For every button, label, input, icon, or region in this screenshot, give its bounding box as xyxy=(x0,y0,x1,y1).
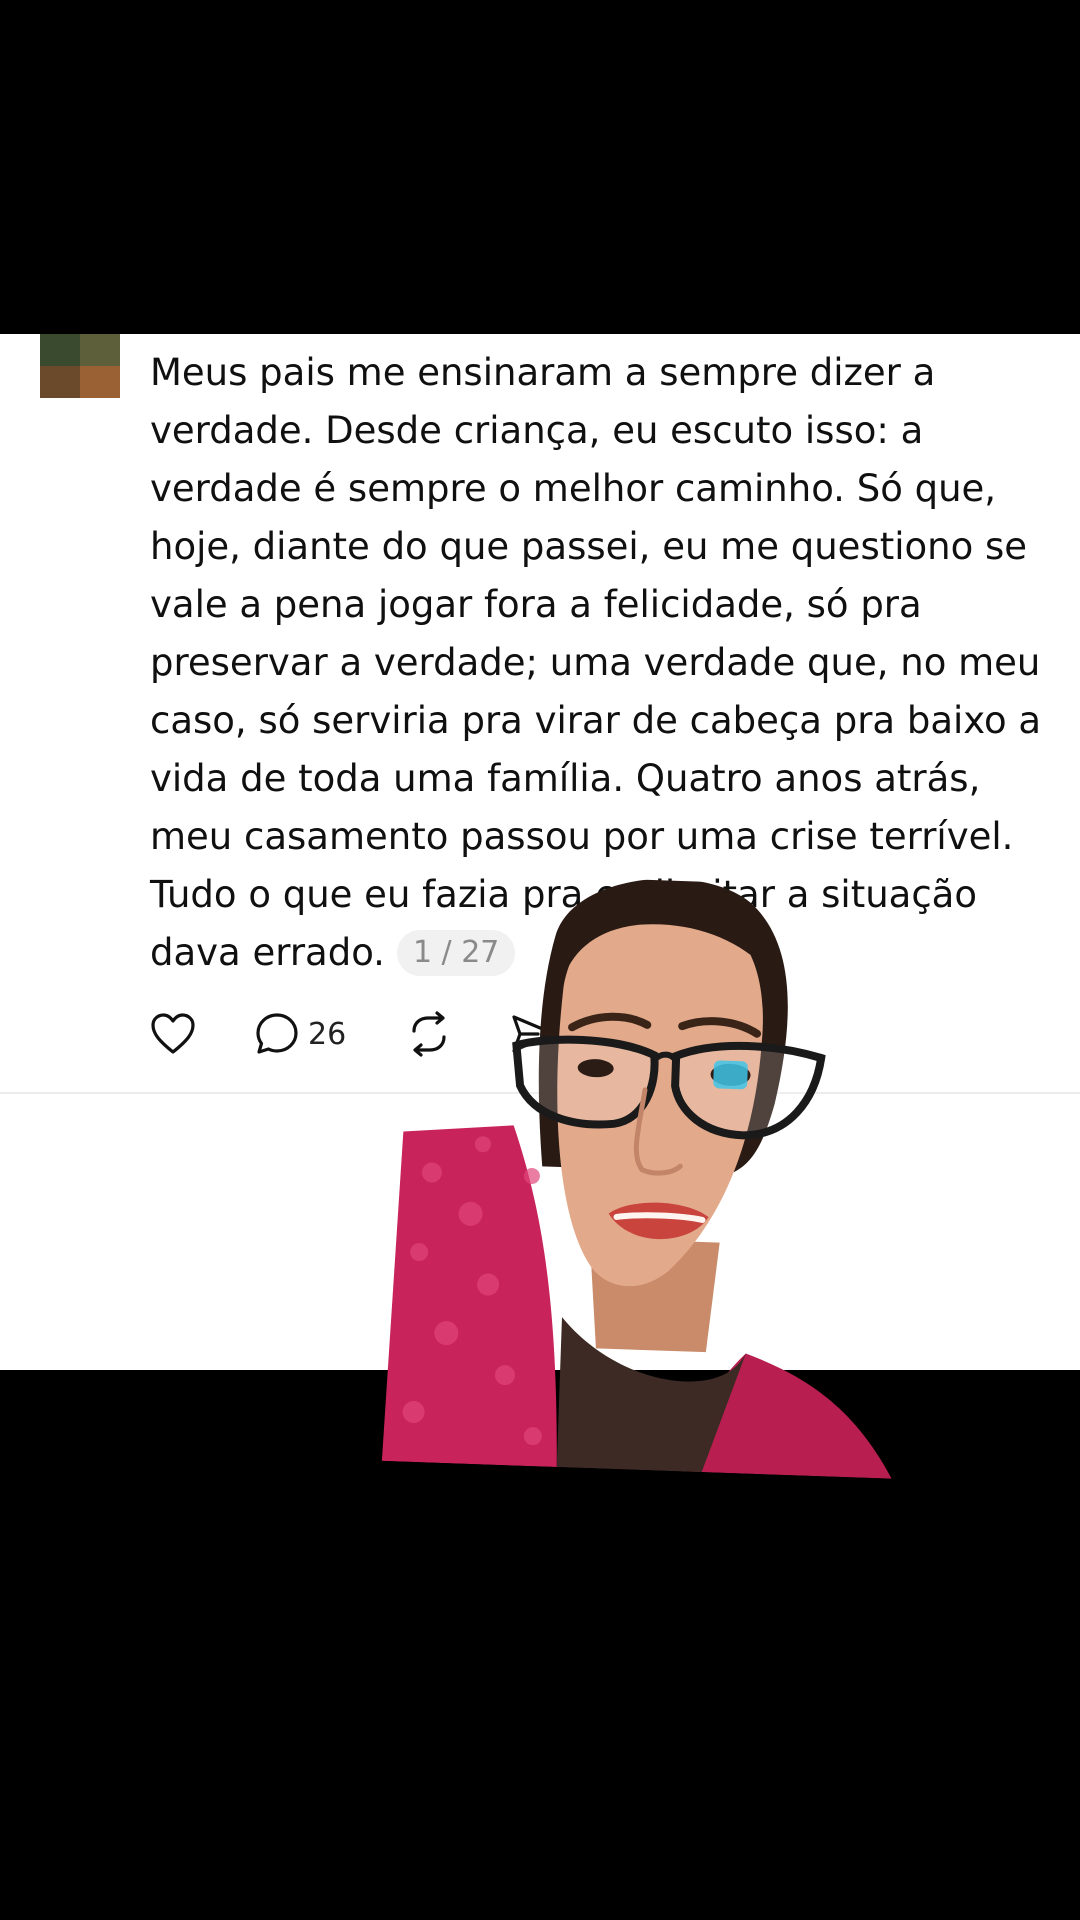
comment-button[interactable]: 26 xyxy=(254,1009,346,1059)
avatar[interactable] xyxy=(40,334,120,398)
avatar-pixel xyxy=(80,366,120,398)
avatar-pixel xyxy=(40,366,80,398)
avatar-pixel xyxy=(40,334,80,366)
like-button[interactable] xyxy=(150,1009,196,1059)
presenter-video-overlay xyxy=(381,871,912,1479)
speech-bubble-icon xyxy=(254,1011,300,1057)
presenter-figure xyxy=(381,878,892,1479)
avatar-pixel xyxy=(80,334,120,366)
top-letterbox xyxy=(0,0,1080,334)
heart-icon xyxy=(150,1012,196,1056)
comment-count: 26 xyxy=(308,1016,347,1052)
